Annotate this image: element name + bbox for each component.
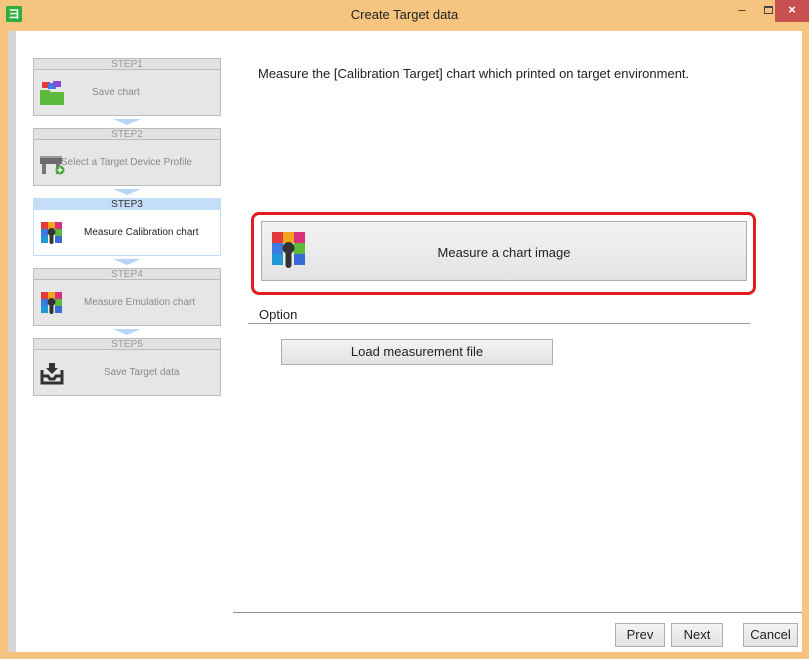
step-arrow	[113, 259, 141, 265]
step-item-measure-emulation[interactable]: Measure Emulation chart	[33, 279, 221, 326]
close-button[interactable]: ×	[775, 0, 809, 22]
step-5: STEP5 Save Target data	[33, 338, 221, 396]
color-chart-measure-icon	[41, 222, 62, 244]
load-measurement-file-button[interactable]: Load measurement file	[281, 339, 553, 365]
tray-save-icon	[40, 363, 64, 385]
folder-chart-icon	[40, 81, 64, 105]
step-item-measure-calibration[interactable]: Measure Calibration chart	[33, 209, 221, 256]
title-bar[interactable]: ヨ Create Target data – ×	[0, 0, 809, 31]
step-label: Save chart	[92, 87, 140, 98]
minimize-button[interactable]: –	[730, 0, 754, 22]
option-divider	[248, 323, 750, 324]
step-item-save-chart[interactable]: Save chart	[33, 69, 221, 116]
step-header: STEP2	[33, 128, 221, 140]
step-label: Select a Target Device Profile	[61, 157, 192, 168]
step-arrow	[113, 119, 141, 125]
measure-chart-image-button[interactable]: Measure a chart image	[261, 221, 747, 281]
color-chart-measure-icon	[41, 292, 62, 314]
step-label: Save Target data	[104, 367, 180, 378]
next-button[interactable]: Next	[671, 623, 723, 647]
step-2: STEP2 Select a Target Device Profile	[33, 128, 221, 186]
step-item-save-target[interactable]: Save Target data	[33, 349, 221, 396]
step-label: Measure Emulation chart	[84, 297, 196, 308]
step-header: STEP1	[33, 58, 221, 70]
step-header: STEP3	[33, 198, 221, 210]
option-heading: Option	[259, 307, 298, 322]
left-border	[8, 31, 16, 652]
prev-button[interactable]: Prev	[615, 623, 665, 647]
step-3: STEP3 Measure Calibration chart	[33, 198, 221, 256]
step-item-select-profile[interactable]: Select a Target Device Profile	[33, 139, 221, 186]
measure-button-label: Measure a chart image	[437, 245, 571, 260]
app-window: ヨ Create Target data – × STEP1 Save char…	[0, 0, 809, 659]
maximize-icon	[763, 6, 773, 14]
step-arrow	[113, 329, 141, 335]
dialog-content: STEP1 Save chart STEP2 Select a Target D…	[8, 31, 802, 652]
step-arrow	[113, 189, 141, 195]
window-title: Create Target data	[350, 7, 459, 22]
step-1: STEP1 Save chart	[33, 58, 221, 116]
step-4: STEP4 Measure Emulation chart	[33, 268, 221, 326]
step-header: STEP5	[33, 338, 221, 350]
footer-divider	[233, 612, 802, 613]
step-label: Measure Calibration chart	[84, 227, 199, 238]
step-header: STEP4	[33, 268, 221, 280]
cancel-button[interactable]: Cancel	[743, 623, 798, 647]
instruction-text: Measure the [Calibration Target] chart w…	[258, 66, 690, 81]
step-list: STEP1 Save chart STEP2 Select a Target D…	[33, 58, 221, 396]
